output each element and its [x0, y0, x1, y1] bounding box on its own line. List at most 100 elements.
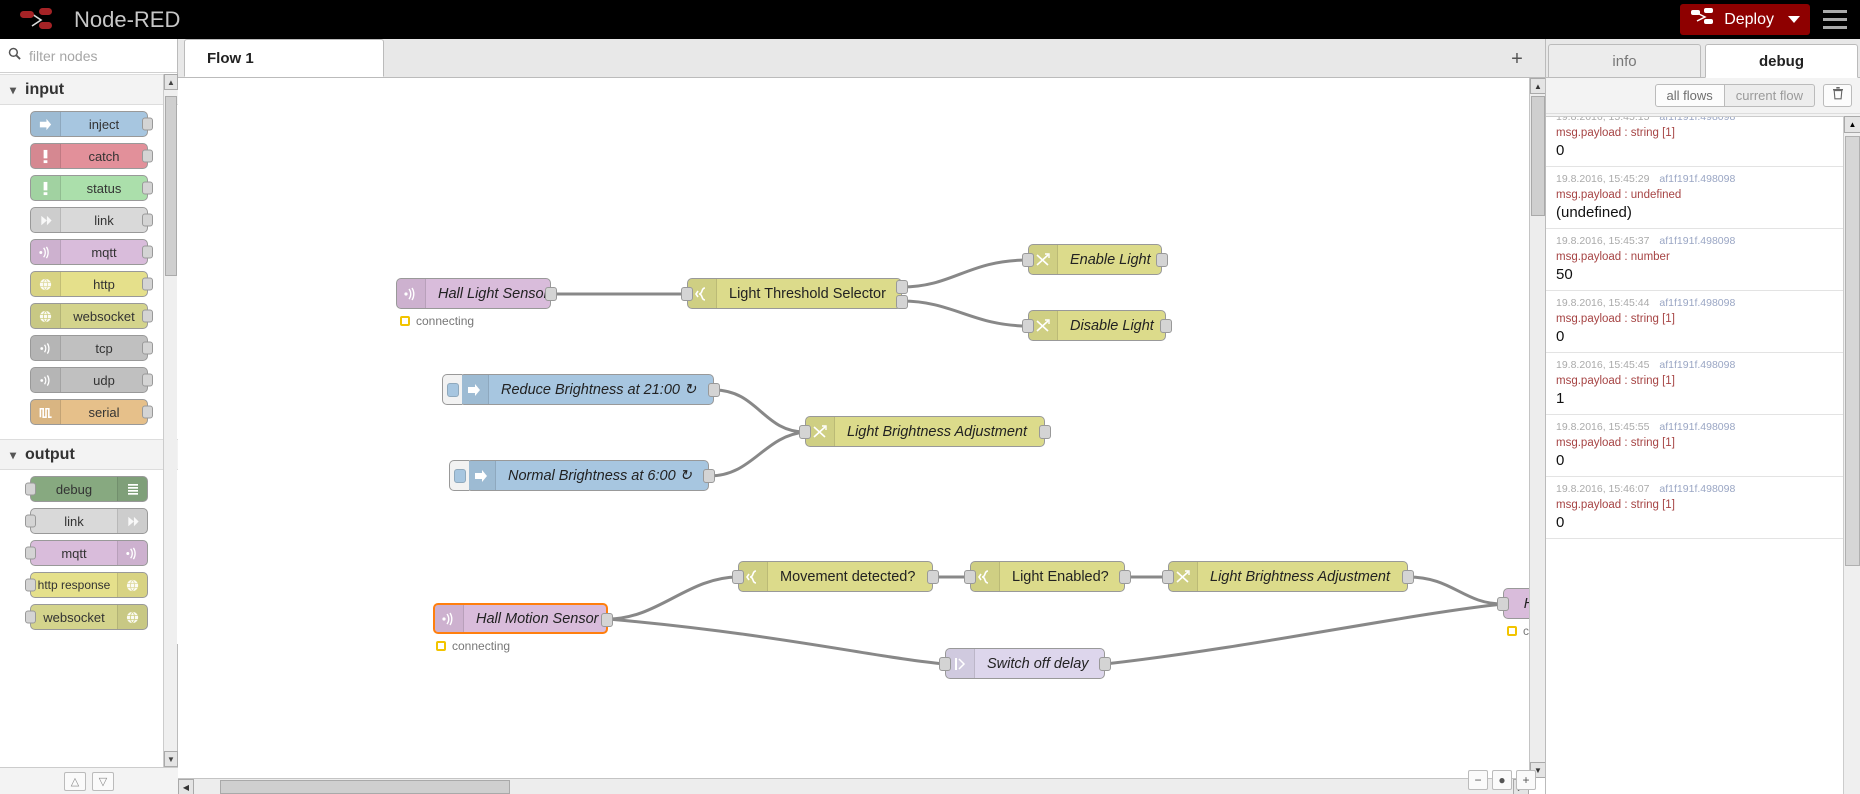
debug-message[interactable]: 19.8.2016, 15:45:44 af1f191f.498098 msg.… [1546, 291, 1843, 353]
node-output-port[interactable] [142, 373, 153, 387]
flow-node-light-enabled[interactable]: Light Enabled? [964, 561, 1131, 592]
zoom-in-icon[interactable]: + [1516, 770, 1536, 790]
inject-trigger-button[interactable] [449, 460, 469, 491]
node-output-port[interactable] [142, 245, 153, 259]
palette-node-link-out[interactable]: link [25, 508, 148, 534]
palette-node-status[interactable]: status [30, 175, 153, 201]
node-output-port[interactable] [1099, 657, 1111, 671]
node-output-port[interactable] [142, 149, 153, 163]
canvas-hscroll-thumb[interactable] [220, 780, 510, 794]
node-input-port[interactable] [681, 287, 693, 301]
node-input-port[interactable] [732, 570, 744, 584]
filter-current-flow-button[interactable]: current flow [1724, 84, 1815, 107]
filter-all-flows-button[interactable]: all flows [1654, 84, 1725, 107]
palette-node-websocket-out[interactable]: websocket [25, 604, 148, 630]
debug-scrollbar-thumb[interactable] [1845, 136, 1860, 566]
node-input-port[interactable] [25, 482, 36, 496]
flow-node-light-brightness-adjustment-2[interactable]: Light Brightness Adjustment [1162, 561, 1414, 592]
tab-debug[interactable]: debug [1705, 44, 1858, 78]
node-input-port[interactable] [1022, 253, 1034, 267]
palette-node-http-in[interactable]: http [30, 271, 153, 297]
flow-node-enable-light[interactable]: Enable Light [1022, 244, 1168, 275]
zoom-reset-icon[interactable]: ● [1492, 770, 1512, 790]
node-output-port[interactable] [142, 117, 153, 131]
palette-node-catch[interactable]: catch [30, 143, 153, 169]
palette-category-output[interactable]: ▾ output [0, 439, 178, 470]
scroll-left-icon[interactable]: ◀ [178, 779, 194, 794]
node-output-port[interactable] [1402, 570, 1414, 584]
node-output-port[interactable] [708, 383, 720, 397]
node-input-port[interactable] [1022, 319, 1034, 333]
flow-node-switch-off-delay[interactable]: Switch off delay [939, 648, 1111, 679]
node-output-port[interactable] [142, 277, 153, 291]
node-input-port[interactable] [939, 657, 951, 671]
palette-node-link-in[interactable]: link [30, 207, 153, 233]
palette-scrollbar[interactable]: ▲ ▼ [163, 74, 178, 767]
node-input-port[interactable] [25, 610, 36, 624]
canvas-vscroll-thumb[interactable] [1531, 96, 1545, 216]
node-output-port[interactable] [142, 341, 153, 355]
flow-node-normal-brightness[interactable]: Normal Brightness at 6:00 ↻ [449, 460, 715, 491]
canvas-horizontal-scrollbar[interactable]: ◀ ▶ [178, 778, 1529, 794]
palette-node-serial-in[interactable]: serial [30, 399, 153, 425]
tab-flow-1[interactable]: Flow 1 [184, 39, 384, 77]
palette-node-websocket-in[interactable]: websocket [30, 303, 153, 329]
zoom-out-icon[interactable]: − [1468, 770, 1488, 790]
palette-node-tcp-in[interactable]: tcp [30, 335, 153, 361]
node-input-port[interactable] [964, 570, 976, 584]
node-output-port[interactable] [545, 287, 557, 301]
node-output-port[interactable] [601, 613, 613, 627]
node-input-port[interactable] [799, 425, 811, 439]
debug-message[interactable]: 19.8.2016, 15:45:15 af1f191f.498098 msg.… [1546, 117, 1843, 167]
flow-node-reduce-brightness[interactable]: Reduce Brightness at 21:00 ↻ [442, 374, 720, 405]
inject-trigger-button[interactable] [442, 374, 462, 405]
palette-node-http-response[interactable]: http response [25, 572, 148, 598]
node-output-port[interactable] [142, 181, 153, 195]
clear-debug-button[interactable] [1823, 84, 1852, 107]
plus-icon[interactable]: + [1505, 47, 1529, 71]
tab-info[interactable]: info [1548, 44, 1701, 78]
flow-canvas-area[interactable]: Hall Light Sensor connecting Light Thres… [178, 78, 1545, 794]
palette-node-inject[interactable]: inject [30, 111, 153, 137]
node-output-port[interactable] [1156, 253, 1168, 267]
palette-category-input[interactable]: ▾ input [0, 74, 178, 105]
debug-message[interactable]: 19.8.2016, 15:45:55 af1f191f.498098 msg.… [1546, 415, 1843, 477]
palette-node-debug[interactable]: debug [25, 476, 148, 502]
node-output-port[interactable] [142, 309, 153, 323]
flow-node-movement-detected[interactable]: Movement detected? [732, 561, 939, 592]
node-output-port[interactable] [1119, 570, 1131, 584]
node-output-port-2[interactable] [896, 295, 908, 309]
scroll-up-icon[interactable]: ▲ [164, 74, 178, 90]
debug-message[interactable]: 19.8.2016, 15:45:29 af1f191f.498098 msg.… [1546, 167, 1843, 229]
flow-node-light-brightness-adjustment-1[interactable]: Light Brightness Adjustment [799, 416, 1051, 447]
deploy-button[interactable]: Deploy [1680, 4, 1792, 35]
debug-scrollbar[interactable]: ▲ [1843, 116, 1860, 794]
palette-node-mqtt-out[interactable]: mqtt [25, 540, 148, 566]
node-output-port-1[interactable] [896, 280, 908, 294]
node-output-port[interactable] [1039, 425, 1051, 439]
node-input-port[interactable] [25, 514, 36, 528]
palette-node-udp-in[interactable]: udp [30, 367, 153, 393]
debug-message[interactable]: 19.8.2016, 15:46:07 af1f191f.498098 msg.… [1546, 477, 1843, 539]
node-output-port[interactable] [142, 213, 153, 227]
flow-node-light-threshold-selector[interactable]: Light Threshold Selector [681, 278, 908, 309]
flow-node-disable-light[interactable]: Disable Light [1022, 310, 1172, 341]
scroll-up-icon[interactable]: ▲ [1844, 116, 1860, 133]
node-input-port[interactable] [1497, 597, 1509, 611]
debug-message-list[interactable]: 19.8.2016, 15:45:15 af1f191f.498098 msg.… [1546, 116, 1860, 794]
flow-node-hall-motion-sensor[interactable]: Hall Motion Sensor [433, 603, 613, 634]
node-input-port[interactable] [25, 546, 36, 560]
deploy-dropdown-button[interactable] [1788, 4, 1810, 35]
flow-node-hall-light-sensor[interactable]: Hall Light Sensor [396, 278, 557, 309]
filter-nodes-input[interactable] [27, 46, 157, 65]
palette-node-mqtt-in[interactable]: mqtt [30, 239, 153, 265]
debug-message[interactable]: 19.8.2016, 15:45:45 af1f191f.498098 msg.… [1546, 353, 1843, 415]
scroll-up-icon[interactable]: ▲ [1530, 78, 1546, 94]
scroll-down-icon[interactable]: ▼ [164, 751, 178, 767]
node-input-port[interactable] [25, 578, 36, 592]
node-output-port[interactable] [927, 570, 939, 584]
canvas-vertical-scrollbar[interactable]: ▲ ▼ [1529, 78, 1546, 778]
collapse-all-icon[interactable]: △ [64, 771, 86, 791]
main-menu-button[interactable] [1810, 0, 1860, 39]
node-output-port[interactable] [703, 469, 715, 483]
